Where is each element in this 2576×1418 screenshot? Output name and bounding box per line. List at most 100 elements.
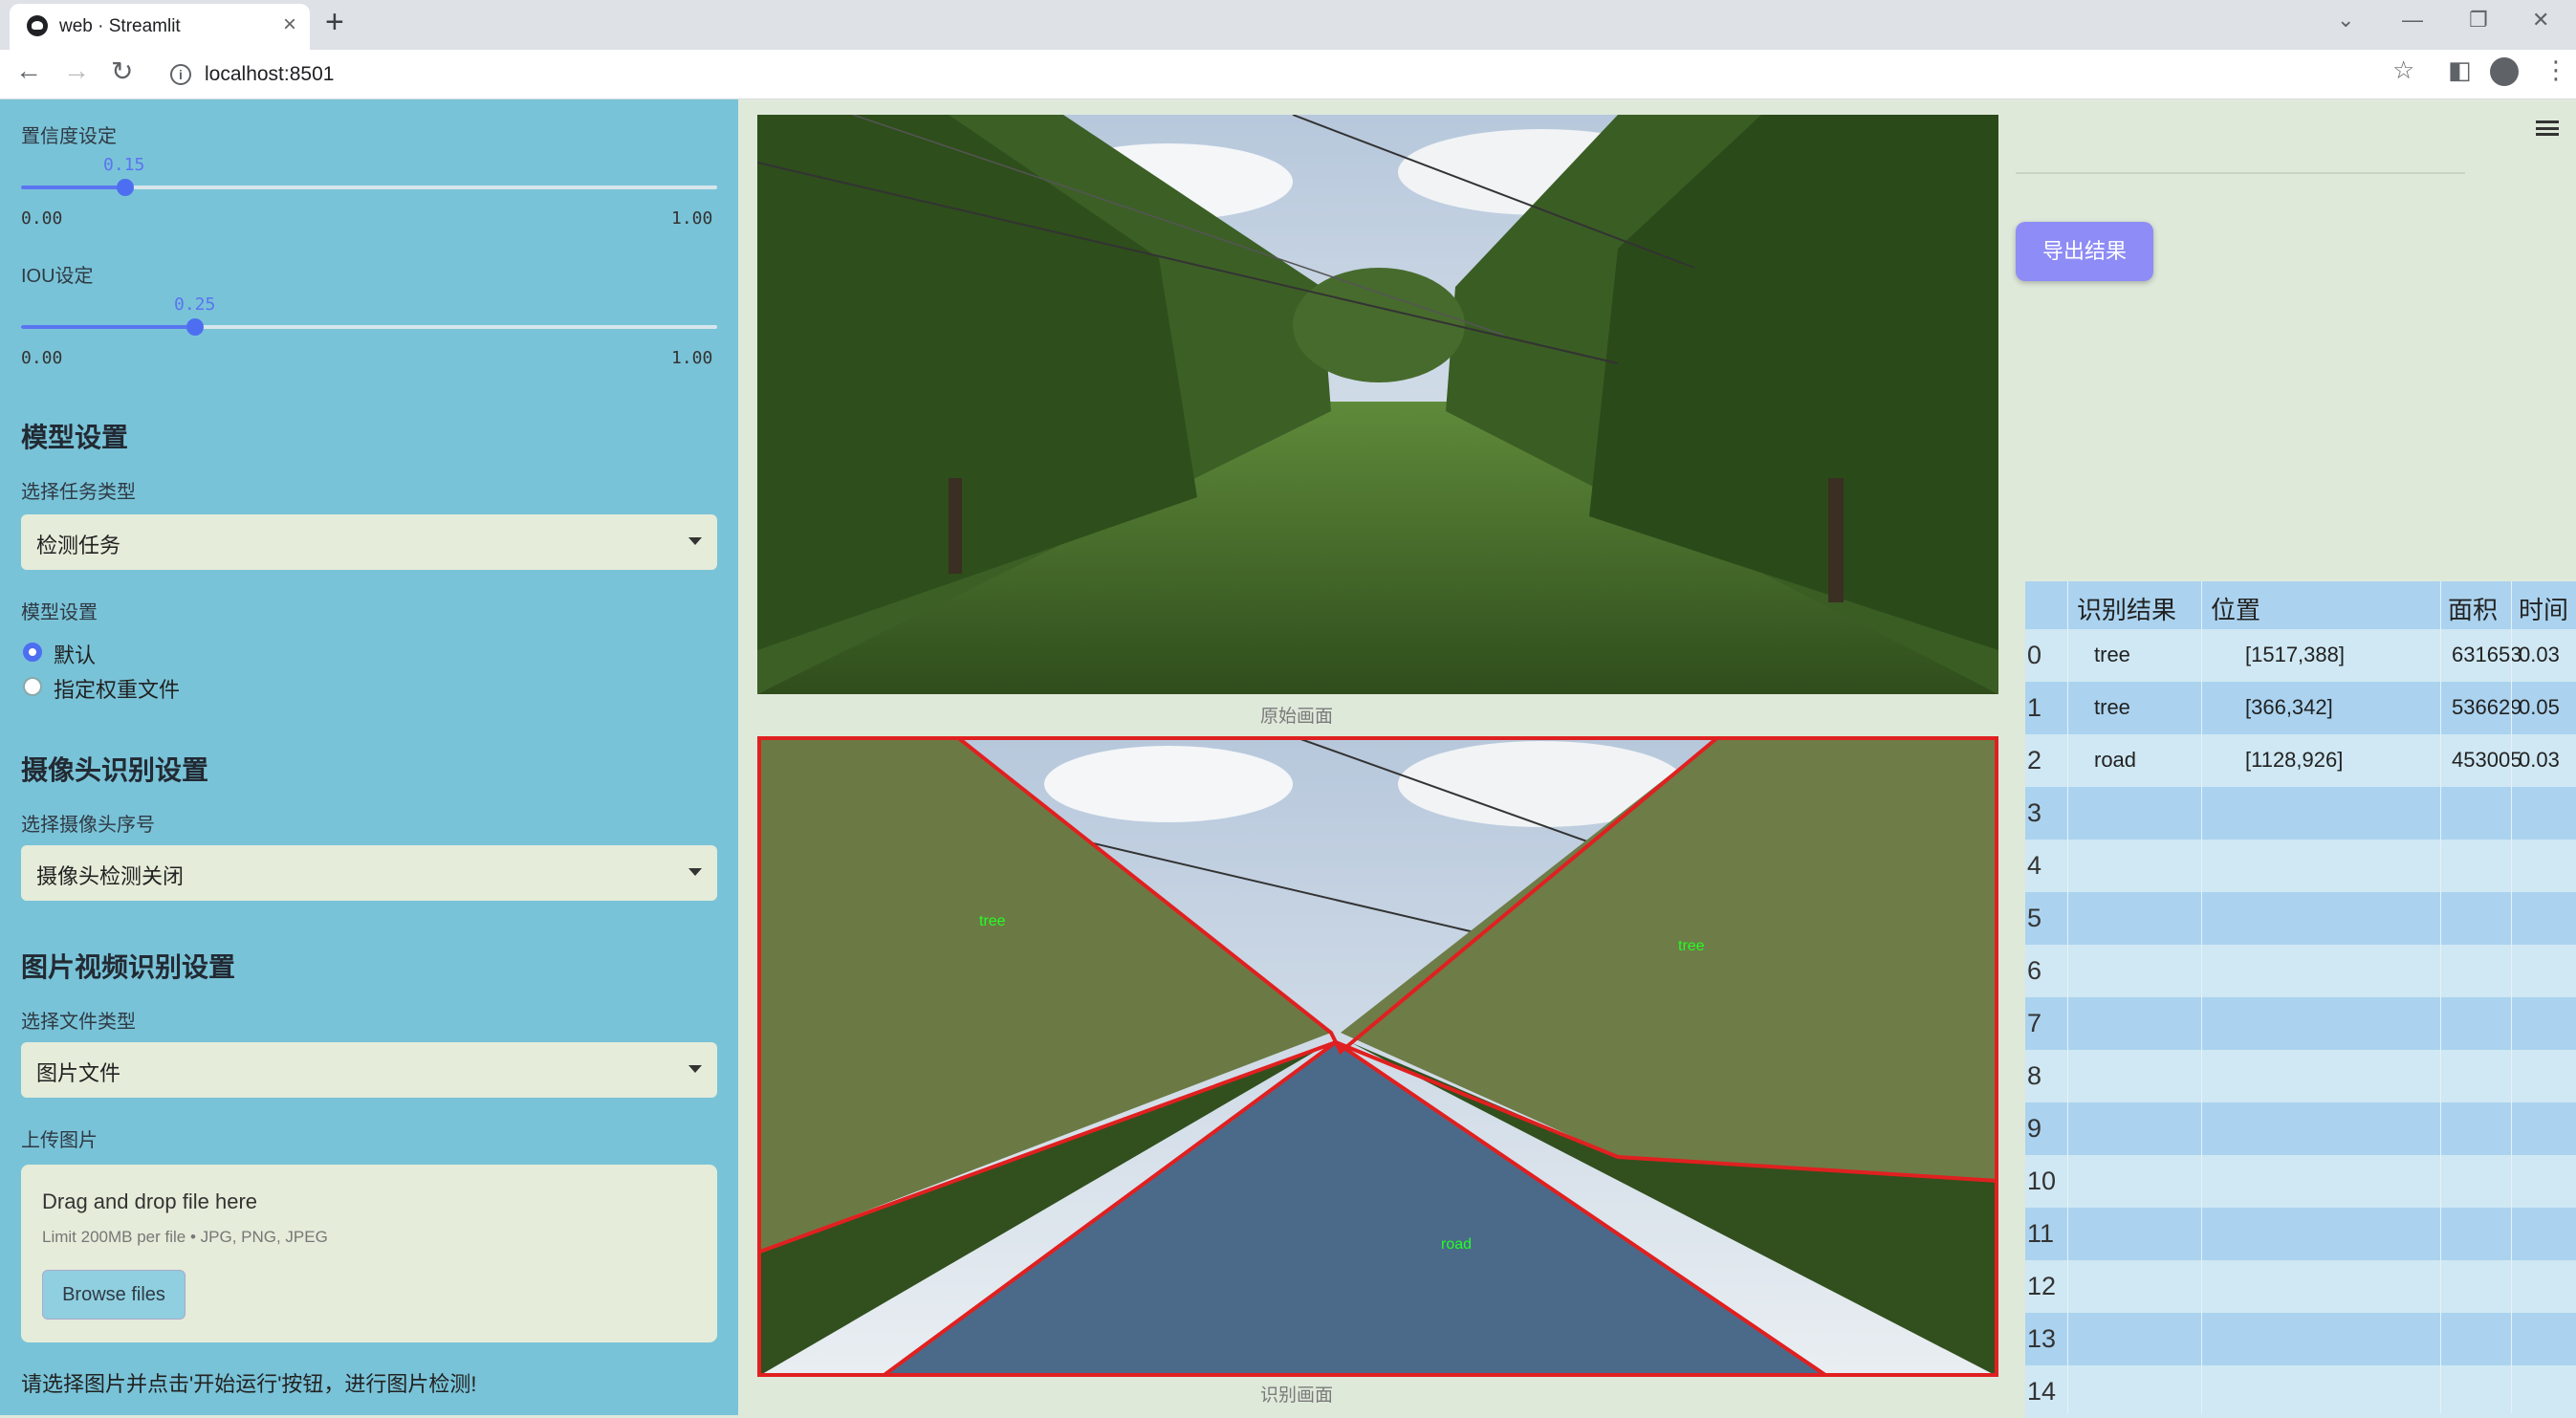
cell-result: tree [2094,643,2130,666]
reload-icon[interactable]: ↻ [111,55,133,87]
task-type-value: 检测任务 [36,534,121,557]
row-index: 11 [2027,1219,2055,1248]
minimize-icon[interactable]: — [2402,8,2423,33]
export-results-button[interactable]: 导出结果 [2016,222,2153,281]
radio-default[interactable] [23,643,42,662]
camera-index-select[interactable]: 摄像头检测关闭 [21,845,717,901]
bookmark-star-icon[interactable]: ☆ [2392,55,2414,85]
address-bar[interactable]: i localhost:8501 [153,55,2419,94]
dropzone-title: Drag and drop file here [42,1189,258,1213]
model-section-heading: 模型设置 [21,423,129,452]
forward-icon[interactable]: → [63,55,90,86]
table-row[interactable]: 11 [2025,1208,2576,1260]
table-row[interactable]: 12 [2025,1260,2576,1313]
media-section-heading: 图片视频识别设置 [21,952,236,982]
browser-tab[interactable]: web · Streamlit × [10,4,310,50]
table-row[interactable]: 13 [2025,1313,2576,1365]
row-index: 12 [2027,1272,2057,1300]
task-type-select[interactable]: 检测任务 [21,514,717,570]
table-row[interactable]: 7 [2025,997,2576,1050]
main-menu-icon[interactable] [2536,120,2559,136]
row-index: 2 [2027,746,2042,774]
column-divider [2440,581,2441,1413]
confidence-slider-fill [21,185,125,189]
original-image-caption: 原始画面 [1260,707,1334,727]
instruction-text: 请选择图片并点击'开始运行'按钮，进行图片检测! [21,1372,477,1396]
close-window-icon[interactable]: ✕ [2532,8,2549,33]
camera-index-label: 选择摄像头序号 [21,815,155,836]
header-time[interactable]: 时间 [2519,591,2568,626]
radio-default-label: 默认 [54,644,97,667]
table-row[interactable]: 3 [2025,787,2576,840]
table-row[interactable]: 6 [2025,945,2576,997]
header-position[interactable]: 位置 [2211,591,2260,626]
confidence-max: 1.00 [671,208,713,229]
new-tab-icon[interactable]: + [325,4,344,41]
detection-image: tree tree road [757,736,1998,1377]
detection-image-caption: 识别画面 [1260,1385,1334,1406]
site-info-icon[interactable]: i [170,64,191,85]
table-row[interactable]: 9 [2025,1102,2576,1155]
streamlit-favicon-icon [27,15,48,36]
upload-label: 上传图片 [21,1130,98,1151]
header-result[interactable]: 识别结果 [2077,591,2176,626]
table-row[interactable]: 4 [2025,840,2576,892]
row-index: 14 [2027,1377,2057,1406]
table-row[interactable]: 5 [2025,892,2576,945]
column-divider [2067,581,2068,1413]
row-index: 5 [2027,904,2042,932]
label-tree-left: tree [979,913,1006,929]
row-index: 7 [2027,1009,2042,1037]
confidence-label: 置信度设定 [21,126,117,147]
chevron-down-icon [688,1065,702,1073]
browser-tab-bar [0,0,2576,50]
radio-custom-weights[interactable] [23,677,42,696]
table-header: 识别结果 位置 面积 时间 [2025,581,2576,629]
row-index: 13 [2027,1324,2057,1353]
file-type-select[interactable]: 图片文件 [21,1042,717,1098]
divider [2016,172,2465,174]
table-row[interactable]: 2 road [1128,926] 453005 0.03 [2025,734,2576,787]
cell-time: 0.05 [2519,695,2560,719]
file-type-value: 图片文件 [36,1061,121,1085]
row-index: 3 [2027,798,2042,827]
tab-search-icon[interactable]: ⌄ [2337,8,2354,33]
column-divider [2511,581,2512,1413]
radio-custom-weights-label: 指定权重文件 [54,678,181,702]
cell-position: [1128,926] [2245,748,2344,772]
row-index: 0 [2027,641,2042,669]
row-index: 10 [2027,1167,2057,1195]
camera-section-heading: 摄像头识别设置 [21,755,209,785]
row-index: 1 [2027,693,2042,722]
chevron-down-icon [688,868,702,876]
tab-title: web · Streamlit [59,16,181,36]
table-row[interactable]: 10 [2025,1155,2576,1208]
original-image [757,115,1998,694]
cell-time: 0.03 [2519,643,2560,666]
iou-value: 0.25 [174,295,216,315]
back-icon[interactable]: ← [15,55,42,86]
table-row[interactable]: 0 tree [1517,388] 631653 0.03 [2025,629,2576,682]
profile-avatar-icon[interactable] [2490,57,2519,86]
cell-result: road [2094,748,2137,772]
header-area[interactable]: 面积 [2448,591,2498,626]
iou-max: 1.00 [671,348,713,368]
row-index: 8 [2027,1061,2042,1090]
table-row[interactable]: 14 [2025,1365,2576,1418]
iou-slider-thumb[interactable] [186,318,204,336]
column-divider [2201,581,2202,1413]
cell-result: tree [2094,695,2130,719]
side-panel-icon[interactable]: ◧ [2448,55,2472,85]
close-tab-icon[interactable]: × [283,11,296,38]
browser-menu-icon[interactable]: ⋮ [2543,55,2568,85]
table-row[interactable]: 1 tree [366,342] 536629 0.05 [2025,682,2576,734]
iou-slider-fill [21,325,195,329]
confidence-slider-thumb[interactable] [117,179,134,196]
cell-position: [366,342] [2245,695,2333,719]
url-text: localhost:8501 [205,63,335,85]
table-row[interactable]: 8 [2025,1050,2576,1102]
cell-position: [1517,388] [2245,643,2345,666]
browse-files-button[interactable]: Browse files [42,1270,186,1320]
chevron-down-icon [688,537,702,545]
restore-icon[interactable]: ❐ [2469,8,2488,33]
